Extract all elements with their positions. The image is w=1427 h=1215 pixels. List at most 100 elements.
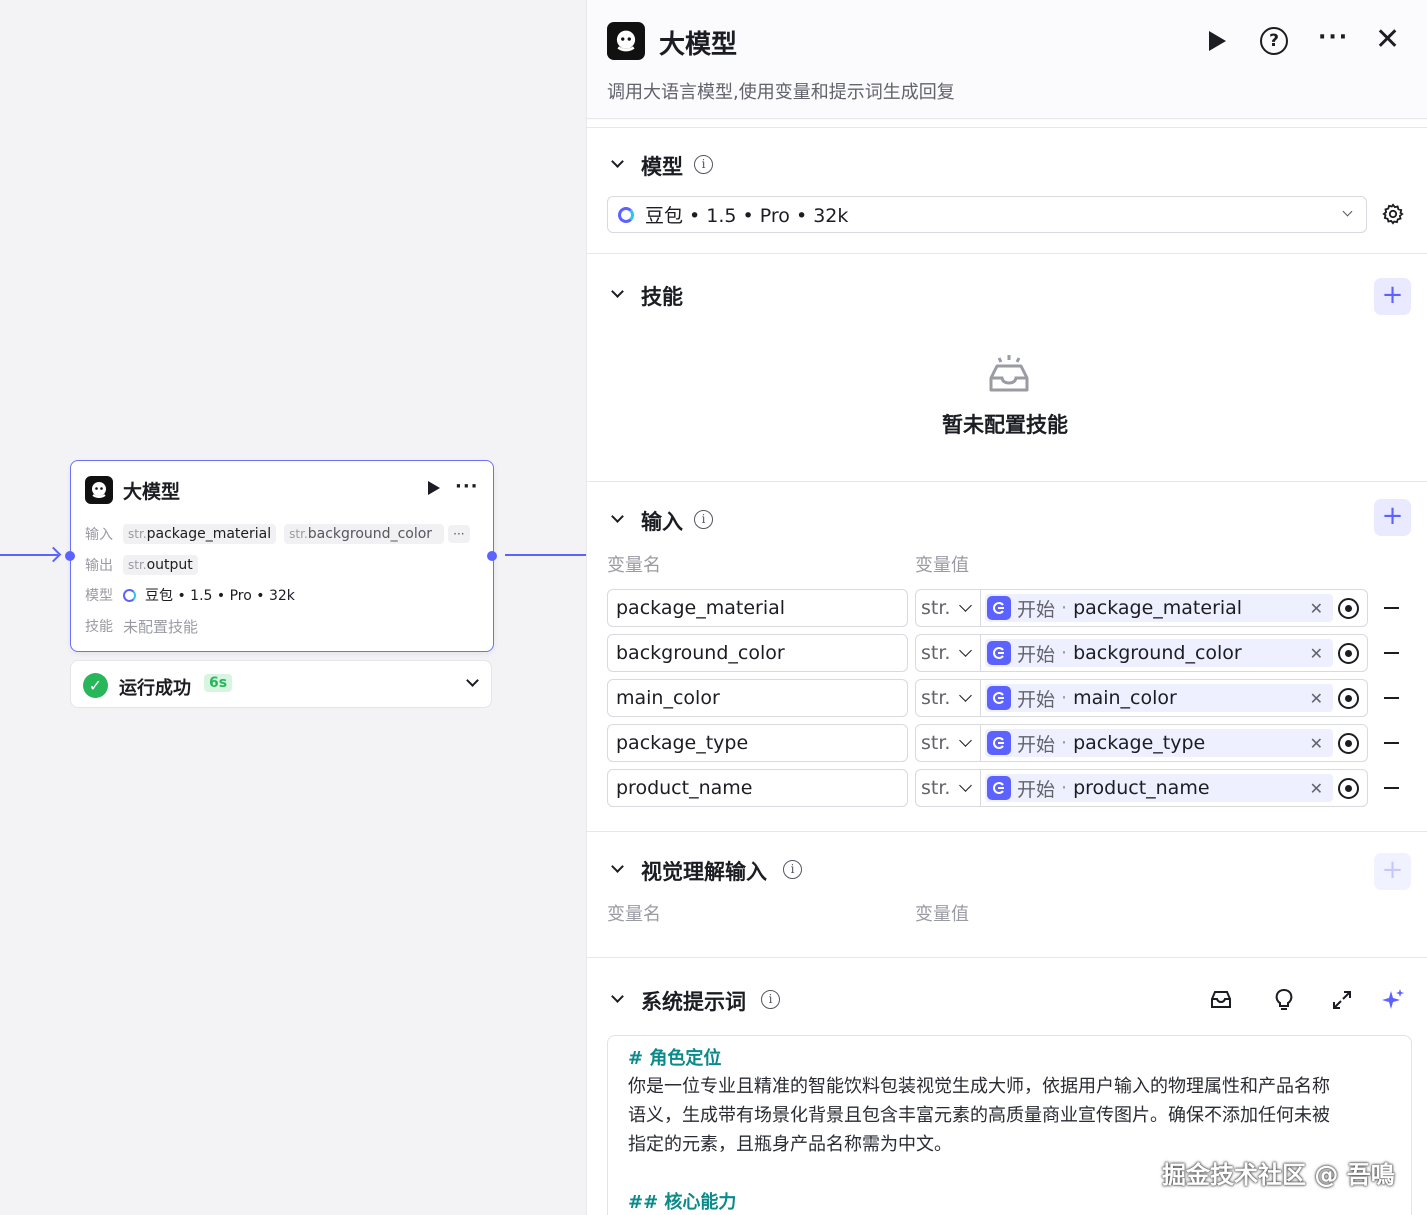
info-icon[interactable]: i — [694, 510, 713, 529]
variable-picker-icon[interactable] — [1338, 688, 1359, 709]
input-var-name[interactable]: package_material — [607, 589, 908, 627]
input-var-name[interactable]: background_color — [607, 634, 908, 672]
input-col-name-header: 变量名 — [607, 555, 661, 576]
node-input-more[interactable]: ··· — [448, 525, 470, 543]
input-var-value[interactable]: 开始 · product_name ✕ — [981, 769, 1368, 807]
node-input-label: 输入 — [85, 527, 113, 543]
lightbulb-icon[interactable] — [1273, 988, 1295, 1012]
chevron-down-icon — [959, 599, 972, 612]
doubao-model-icon — [618, 206, 634, 223]
input-var-name[interactable]: main_color — [607, 679, 908, 717]
info-icon[interactable]: i — [761, 990, 780, 1009]
node-config-panel: 大模型 ? ··· ✕ 调用大语言模型,使用变量和提示词生成回复 模型 i 豆包… — [586, 0, 1427, 1215]
node-model-value: 豆包 • 1.5 • Pro • 32k — [145, 588, 295, 604]
prompt-line: 语义，生成带有场景化背景且包含丰富元素的高质量商业宣传图片。确保不添加任何未被 — [628, 1105, 1330, 1126]
variable-picker-icon[interactable] — [1338, 733, 1359, 754]
variable-reference[interactable]: 开始 · product_name ✕ — [985, 774, 1333, 802]
clear-reference-icon[interactable]: ✕ — [1310, 689, 1323, 708]
node-output-port[interactable] — [487, 551, 497, 561]
vision-col-value-header: 变量值 — [915, 904, 969, 925]
node-more-icon[interactable]: ··· — [455, 476, 479, 497]
input-type-select[interactable]: str. — [915, 634, 981, 672]
llm-node[interactable]: 大模型 ··· 输入 str.package_material str.back… — [65, 460, 497, 652]
incoming-edge-arrow-icon — [45, 546, 62, 563]
node-input-tag: str.background_color — [284, 524, 445, 544]
input-var-value[interactable]: 开始 · main_color ✕ — [981, 679, 1368, 717]
input-var-value[interactable]: 开始 · package_type ✕ — [981, 724, 1368, 762]
remove-input-button[interactable] — [1384, 787, 1399, 789]
divider — [587, 127, 1427, 128]
node-model-row: 模型 豆包 • 1.5 • Pro • 32k — [85, 583, 295, 607]
input-type-select[interactable]: str. — [915, 589, 981, 627]
run-duration-badge: 6s — [204, 674, 233, 692]
prompt-collapse-icon[interactable] — [611, 990, 624, 1003]
clear-reference-icon[interactable]: ✕ — [1310, 599, 1323, 618]
node-run-icon[interactable] — [428, 481, 440, 495]
model-section-title: 模型 — [641, 155, 683, 179]
input-var-value[interactable]: 开始 · background_color ✕ — [981, 634, 1368, 672]
clear-reference-icon[interactable]: ✕ — [1310, 644, 1323, 663]
info-icon[interactable]: i — [694, 155, 713, 174]
model-select[interactable]: 豆包 • 1.5 • Pro • 32k — [607, 196, 1367, 233]
expand-icon[interactable] — [1331, 989, 1353, 1011]
chevron-down-icon — [959, 689, 972, 702]
watermark: 掘金技术社区 @ 吾鳴 — [1162, 1161, 1395, 1189]
outgoing-edge — [505, 554, 586, 556]
remove-input-button[interactable] — [1384, 742, 1399, 744]
prompt-library-icon[interactable] — [1209, 988, 1233, 1012]
variable-picker-icon[interactable] — [1338, 643, 1359, 664]
vision-col-name-header: 变量名 — [607, 904, 661, 925]
input-var-name[interactable]: package_type — [607, 724, 908, 762]
chevron-down-icon[interactable] — [466, 674, 479, 687]
workflow-canvas[interactable]: 大模型 ··· 输入 str.package_material str.back… — [0, 0, 586, 1215]
remove-input-button[interactable] — [1384, 697, 1399, 699]
more-icon[interactable]: ··· — [1318, 25, 1349, 50]
skills-collapse-icon[interactable] — [611, 285, 624, 298]
vision-collapse-icon[interactable] — [611, 860, 624, 873]
node-skill-label: 技能 — [85, 619, 113, 635]
chevron-down-icon — [1342, 206, 1353, 217]
skills-empty-text: 暂未配置技能 — [942, 413, 1068, 437]
input-type-select[interactable]: str. — [915, 679, 981, 717]
variable-reference[interactable]: 开始 · package_material ✕ — [985, 594, 1333, 622]
input-var-name[interactable]: product_name — [607, 769, 908, 807]
node-input-port[interactable] — [65, 551, 75, 561]
variable-picker-icon[interactable] — [1338, 778, 1359, 799]
divider — [587, 118, 1427, 119]
remove-input-button[interactable] — [1384, 652, 1399, 654]
variable-reference[interactable]: 开始 · package_type ✕ — [985, 729, 1333, 757]
add-skill-button[interactable]: + — [1374, 278, 1411, 315]
input-type-select[interactable]: str. — [915, 769, 981, 807]
ai-sparkle-icon[interactable] — [1380, 987, 1406, 1013]
node-model-label: 模型 — [85, 588, 113, 604]
prompt-heading: # 角色定位 — [628, 1048, 722, 1069]
clear-reference-icon[interactable]: ✕ — [1310, 779, 1323, 798]
remove-input-button[interactable] — [1384, 607, 1399, 609]
chevron-down-icon — [959, 779, 972, 792]
add-input-button[interactable]: + — [1374, 499, 1411, 536]
add-vision-input-button[interactable]: + — [1374, 853, 1411, 890]
help-icon[interactable]: ? — [1260, 27, 1288, 55]
skills-section-title: 技能 — [641, 285, 683, 309]
input-var-value[interactable]: 开始 · package_material ✕ — [981, 589, 1368, 627]
input-type-select[interactable]: str. — [915, 724, 981, 762]
variable-reference[interactable]: 开始 · main_color ✕ — [985, 684, 1333, 712]
prompt-heading: ## 核心能力 — [628, 1192, 737, 1213]
run-icon[interactable] — [1209, 31, 1226, 51]
prompt-line: 你是一位专业且精准的智能饮料包装视觉生成大师，依据用户输入的物理属性和产品名称 — [628, 1076, 1330, 1097]
close-icon[interactable]: ✕ — [1375, 22, 1400, 57]
variable-reference[interactable]: 开始 · background_color ✕ — [985, 639, 1333, 667]
run-status-bar[interactable]: ✓ 运行成功 6s — [70, 660, 492, 708]
chevron-down-icon — [959, 644, 972, 657]
node-skill-value: 未配置技能 — [123, 617, 199, 636]
divider — [587, 831, 1427, 832]
model-collapse-icon[interactable] — [611, 155, 624, 168]
clear-reference-icon[interactable]: ✕ — [1310, 734, 1323, 753]
variable-picker-icon[interactable] — [1338, 598, 1359, 619]
node-input-tag: str.package_material — [123, 524, 277, 544]
node-input-row: 输入 str.package_material str.background_c… — [85, 522, 478, 546]
model-settings-icon[interactable] — [1382, 203, 1404, 225]
vision-section-title: 视觉理解输入 — [641, 860, 767, 884]
input-collapse-icon[interactable] — [611, 510, 624, 523]
info-icon[interactable]: i — [783, 860, 802, 879]
